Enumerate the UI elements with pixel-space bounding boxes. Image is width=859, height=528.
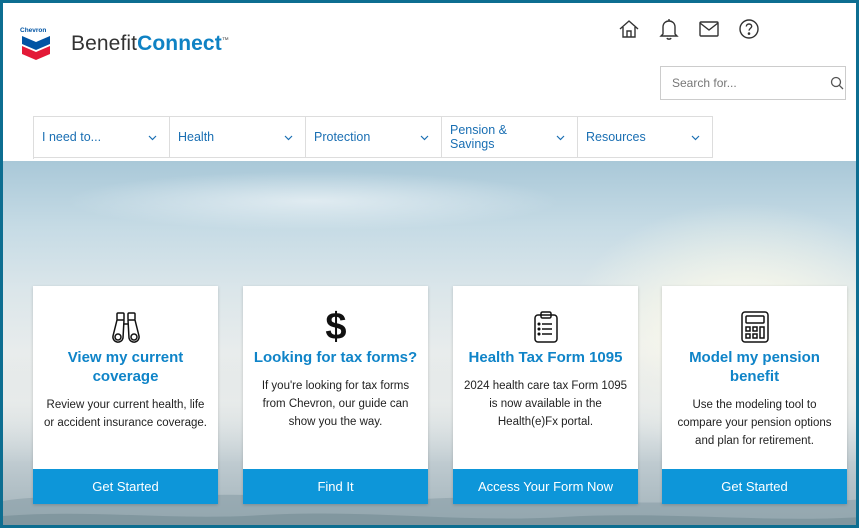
dollar-icon: $ — [243, 300, 428, 344]
chevron-down-icon — [284, 130, 293, 144]
binoculars-icon — [33, 300, 218, 344]
clipboard-icon — [453, 300, 638, 344]
card-body: Review your current health, life or acci… — [43, 399, 207, 429]
nav-label: Protection — [314, 130, 371, 144]
hero-cloud — [63, 171, 563, 231]
page-frame: Chevron BenefitConnect™ Search for... I … — [0, 0, 859, 528]
chevron-down-icon — [148, 130, 157, 144]
nav-health[interactable]: Health — [170, 117, 306, 158]
find-it-button[interactable]: Find It — [243, 469, 428, 504]
access-form-button[interactable]: Access Your Form Now — [453, 469, 638, 504]
search-input[interactable] — [661, 66, 829, 100]
logo[interactable]: Chevron BenefitConnect™ — [19, 25, 229, 63]
top-icons — [617, 17, 761, 41]
nav-label: I need to... — [42, 130, 102, 144]
card-health-tax-form: Health Tax Form 1095 2024 health care ta… — [453, 286, 638, 504]
chevron-down-icon — [556, 130, 565, 144]
get-started-button[interactable]: Get Started — [662, 469, 847, 504]
card-body: Use the modeling tool to compare your pe… — [677, 399, 832, 447]
brand-name: BenefitConnect™ — [71, 32, 229, 56]
mail-icon[interactable] — [697, 17, 721, 41]
header: Chevron BenefitConnect™ Search for... I … — [3, 3, 856, 163]
nav-protection[interactable]: Protection — [306, 117, 442, 158]
chevron-logo-icon: Chevron — [19, 25, 55, 63]
nav-resources[interactable]: Resources — [578, 117, 713, 158]
card-body: If you're looking for tax forms from Che… — [261, 380, 410, 428]
card-title: Health Tax Form 1095 — [468, 349, 623, 366]
help-icon[interactable] — [737, 17, 761, 41]
card-title: Model my pension benefit — [689, 349, 820, 385]
search-icon[interactable] — [829, 76, 845, 90]
card-model-pension: Model my pension benefit Use the modelin… — [662, 286, 847, 504]
svg-text:$: $ — [325, 306, 346, 344]
calculator-icon — [662, 300, 847, 344]
card-body: 2024 health care tax Form 1095 is now av… — [463, 380, 628, 428]
chevron-down-icon — [420, 130, 429, 144]
search-box — [660, 66, 846, 100]
get-started-button[interactable]: Get Started — [33, 469, 218, 504]
nav-pension-savings[interactable]: Pension & Savings — [442, 117, 578, 158]
nav-label: Resources — [586, 130, 646, 144]
main-nav: I need to... Health Protection Pension &… — [33, 116, 713, 159]
card-title: View my current coverage — [67, 349, 184, 385]
brand-part2: Connect — [137, 32, 222, 55]
bell-icon[interactable] — [657, 17, 681, 41]
chevron-down-icon — [691, 130, 700, 144]
card-tax-forms: $ Looking for tax forms? If you're looki… — [243, 286, 428, 504]
brand-part1: Benefit — [71, 32, 138, 55]
nav-i-need-to[interactable]: I need to... — [34, 117, 170, 158]
svg-text:Chevron: Chevron — [20, 27, 46, 34]
home-icon[interactable] — [617, 17, 641, 41]
trademark: ™ — [221, 37, 229, 44]
card-view-coverage: View my current coverage Review your cur… — [33, 286, 218, 504]
card-title: Looking for tax forms? — [253, 349, 418, 366]
nav-label: Pension & Savings — [450, 123, 507, 151]
nav-label: Health — [178, 130, 215, 144]
